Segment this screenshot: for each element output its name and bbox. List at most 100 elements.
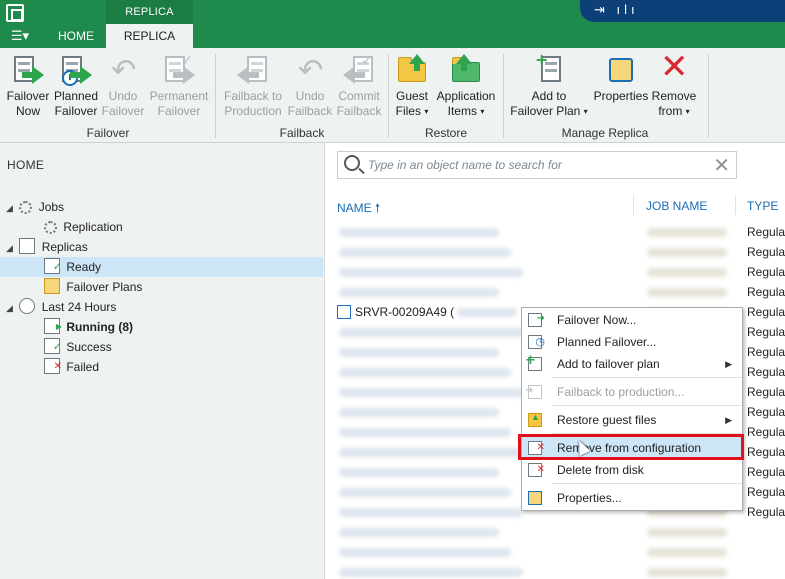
column-header-type[interactable]: TYPE — [747, 199, 778, 213]
planned-failover-icon — [528, 331, 545, 353]
status-area: ⇥ ılı — [560, 0, 785, 24]
tree-item-replication[interactable]: Replication — [44, 217, 123, 237]
replica-type: Regular — [747, 485, 785, 499]
redacted-text — [339, 448, 523, 457]
tab-home[interactable]: HOME — [48, 24, 104, 48]
failback-icon — [237, 54, 269, 86]
guest-files-button[interactable]: Guest Files ▾ — [392, 54, 432, 126]
ribbon-separator — [503, 54, 504, 138]
application-items-icon — [450, 54, 482, 86]
redacted-text — [339, 268, 523, 277]
ribbon-separator — [215, 54, 216, 138]
table-row[interactable]: Regular — [337, 242, 785, 262]
commit-failback-button[interactable]: ✓ Commit Failback — [334, 54, 384, 126]
tree-item-failed[interactable]: Failed — [44, 357, 99, 377]
status-icons[interactable]: ⇥ ılı — [594, 2, 639, 18]
table-row[interactable] — [337, 562, 785, 579]
column-divider[interactable] — [633, 195, 634, 215]
collapse-triangle-icon[interactable]: ◢ — [6, 198, 16, 218]
redacted-text — [339, 548, 511, 557]
planned-failover-button[interactable]: Planned Failover — [52, 54, 100, 126]
permanent-failover-icon: ✓ — [163, 54, 195, 86]
table-row[interactable]: Regular — [337, 282, 785, 302]
group-label-restore: Restore — [424, 126, 468, 140]
remove-x-icon: ✕ — [660, 47, 689, 87]
undo-failback-button[interactable]: ↶ Undo Failback — [287, 54, 333, 126]
tree-item-running[interactable]: Running (8) — [44, 317, 133, 337]
guest-files-icon — [396, 54, 428, 86]
redacted-text — [339, 288, 499, 297]
failback-icon — [525, 380, 542, 402]
add-to-plan-icon: + — [533, 52, 565, 86]
table-row[interactable] — [337, 522, 785, 542]
redacted-text — [339, 228, 499, 237]
collapse-triangle-icon[interactable]: ◢ — [6, 298, 16, 318]
ribbon: Failover Now Planned Failover ↶ Undo Fai… — [0, 48, 785, 143]
menu-item-add-to-failover-plan[interactable]: Add to failover plan ▶ — [522, 350, 742, 375]
table-row[interactable]: Regular — [337, 222, 785, 242]
tree-item-failover-plans[interactable]: Failover Plans — [44, 277, 142, 297]
redacted-text — [339, 368, 511, 377]
planned-failover-icon — [60, 54, 92, 86]
menu-item-delete-from-disk[interactable]: Delete from disk — [522, 459, 742, 481]
dropdown-arrow-icon: ▾ — [480, 107, 485, 116]
menu-item-planned-failover[interactable]: Planned Failover... — [522, 331, 742, 353]
failover-now-button[interactable]: Failover Now — [4, 54, 52, 126]
menu-item-failover-now[interactable]: Failover Now... — [522, 308, 742, 331]
redacted-text — [457, 308, 517, 317]
tree-item-success[interactable]: Success — [44, 337, 112, 357]
search-input[interactable] — [368, 156, 708, 174]
callout-highlight-box — [518, 434, 744, 460]
properties-button[interactable]: Properties — [592, 54, 650, 126]
main-menu-button[interactable]: ☰▾ — [0, 24, 40, 48]
sort-ascending-icon: 🠕 — [375, 201, 381, 215]
menu-item-failback-to-production[interactable]: Failback to production... — [522, 380, 742, 403]
success-icon — [44, 337, 62, 357]
undo-icon: ↶ — [111, 53, 137, 88]
menu-item-properties[interactable]: Properties... — [522, 487, 742, 509]
remove-from-button[interactable]: ✕ Remove from ▾ — [650, 47, 698, 126]
failback-to-production-button[interactable]: Failback to Production — [220, 54, 286, 126]
app-icon[interactable] — [6, 4, 24, 22]
menu-item-restore-guest-files[interactable]: Restore guest files ▶ — [522, 406, 742, 431]
redacted-text — [339, 328, 523, 337]
clear-search-icon[interactable]: ✕ — [713, 153, 730, 177]
redacted-text — [647, 568, 727, 577]
group-label-failover: Failover — [86, 126, 130, 140]
ribbon-separator — [708, 54, 709, 138]
search-box[interactable]: ✕ — [337, 151, 737, 179]
redacted-text — [339, 428, 511, 437]
nav-header: HOME — [7, 158, 45, 172]
delete-disk-icon — [528, 459, 545, 481]
replica-type: Regular — [747, 405, 785, 419]
restore-guest-files-icon — [528, 406, 542, 428]
failover-now-icon — [528, 308, 545, 330]
search-icon — [344, 155, 360, 171]
column-header-name[interactable]: NAME 🠕 — [337, 199, 380, 220]
add-to-failover-plan-button[interactable]: + Add to Failover Plan ▾ — [508, 52, 590, 126]
group-label-failback: Failback — [279, 126, 325, 140]
redacted-text — [339, 508, 523, 517]
replica-type: Regular — [747, 385, 785, 399]
collapse-triangle-icon[interactable]: ◢ — [6, 238, 16, 258]
redacted-text — [647, 228, 727, 237]
redacted-text — [647, 288, 727, 297]
permanent-failover-button[interactable]: ✓ Permanent Failover — [148, 54, 210, 126]
table-row[interactable]: Regular — [337, 262, 785, 282]
tree-item-replicas[interactable]: ◢ Replicas — [6, 237, 88, 257]
undo-failover-button[interactable]: ↶ Undo Failover — [100, 54, 146, 126]
running-icon — [44, 317, 62, 337]
application-items-button[interactable]: Application Items ▾ — [434, 54, 498, 126]
navigation-pane: HOME ◢ Jobs Replication ◢ Replicas Ready… — [0, 143, 325, 579]
column-divider[interactable] — [735, 195, 736, 215]
redacted-text — [339, 488, 511, 497]
tree-item-jobs[interactable]: ◢ Jobs — [6, 197, 64, 217]
menu-separator — [552, 377, 742, 378]
tab-replica[interactable]: REPLICA — [106, 24, 193, 48]
table-row[interactable] — [337, 542, 785, 562]
column-header-job-name[interactable]: JOB NAME — [646, 199, 707, 213]
tree-item-last-24-hours[interactable]: ◢ Last 24 Hours — [6, 297, 116, 317]
failed-icon — [44, 357, 62, 377]
redacted-text — [339, 468, 499, 477]
tree-item-ready[interactable]: Ready — [44, 257, 101, 277]
